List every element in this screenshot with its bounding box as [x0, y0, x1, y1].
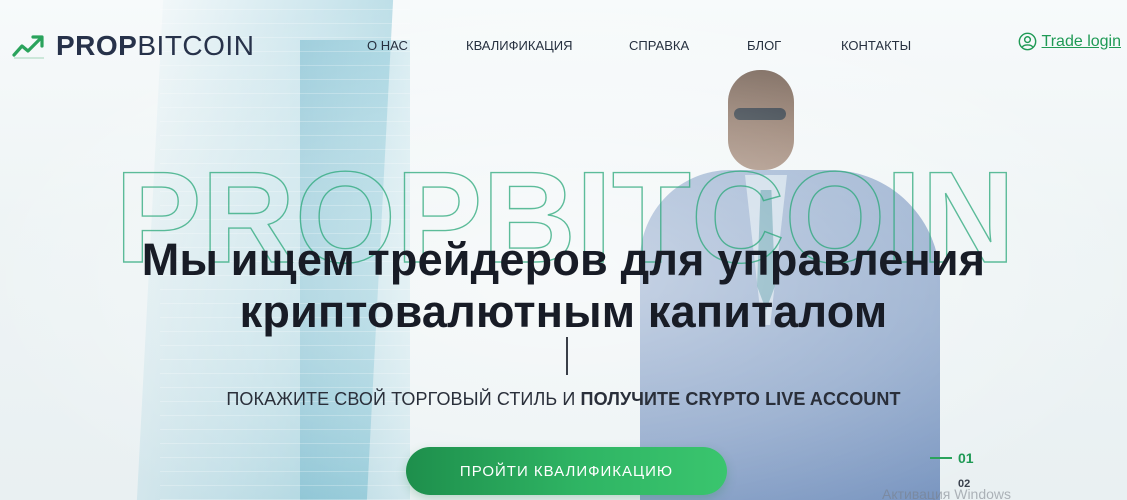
site-header: PROPBITCOIN О НАС КВАЛИФИКАЦИЯ СПРАВКА Б… [0, 0, 1127, 92]
hero-headline: Мы ищем трейдеров для управления криптов… [0, 234, 1127, 338]
trade-login-link[interactable]: Trade login [1018, 32, 1121, 51]
trade-login-label: Trade login [1041, 32, 1121, 50]
nav-item-contacts[interactable]: КОНТАКТЫ [841, 38, 911, 53]
slide-number-active: 01 [958, 450, 974, 466]
nav-item-help[interactable]: СПРАВКА [629, 38, 689, 53]
headline-line-1: Мы ищем трейдеров для управления [141, 234, 986, 285]
windows-activation-watermark: Активация Windows [882, 486, 1012, 500]
vertical-divider [566, 337, 568, 375]
hero-subline: ПОКАЖИТЕ СВОЙ ТОРГОВЫЙ СТИЛЬ И ПОЛУЧИТЕ … [0, 389, 1127, 410]
headline-line-2: криптовалютным капиталом [239, 286, 888, 337]
slide-indicator-active[interactable]: 01 [930, 450, 974, 466]
nav-item-about[interactable]: О НАС [367, 38, 408, 53]
subline-regular: ПОКАЖИТЕ СВОЙ ТОРГОВЫЙ СТИЛЬ И [226, 389, 576, 409]
slide-active-line [930, 457, 952, 459]
nav-item-blog[interactable]: БЛОГ [747, 38, 781, 53]
slide-next-line [930, 483, 952, 485]
main-nav: О НАС КВАЛИФИКАЦИЯ СПРАВКА БЛОГ КОНТАКТЫ [0, 38, 1127, 58]
nav-item-qualification[interactable]: КВАЛИФИКАЦИЯ [466, 38, 572, 53]
qualification-cta-button[interactable]: ПРОЙТИ КВАЛИФИКАЦИЮ [406, 447, 727, 495]
user-icon [1018, 32, 1036, 51]
subline-bold: ПОЛУЧИТЕ CRYPTO LIVE ACCOUNT [580, 389, 901, 409]
